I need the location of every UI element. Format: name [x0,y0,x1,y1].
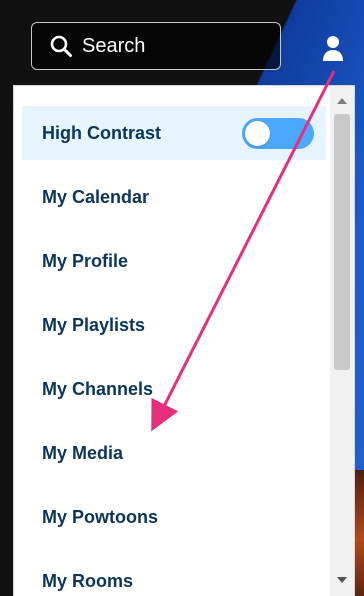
menu-item-label: My Calendar [42,186,150,207]
search-icon [48,33,74,59]
menu-item-label: My Media [42,442,124,463]
menu-item-label: High Contrast [42,122,161,143]
menu-item-my-calendar[interactable]: My Calendar [22,170,326,224]
chevron-down-icon[interactable] [330,570,354,590]
search-button[interactable]: Search [31,22,281,70]
menu-item-my-rooms[interactable]: My Rooms [22,554,326,596]
toggle-knob [245,121,270,146]
menu-item-label: My Powtoons [42,506,158,527]
menu-item-label: My Rooms [42,570,134,591]
menu-item-label: My Profile [42,250,129,271]
search-label: Search [82,35,146,57]
menu-item-my-profile[interactable]: My Profile [22,234,326,288]
chevron-up-icon[interactable] [330,90,354,110]
scroll-thumb[interactable] [334,114,350,370]
user-icon[interactable] [320,34,346,62]
high-contrast-toggle[interactable] [242,118,314,149]
menu-item-my-playlists[interactable]: My Playlists [22,298,326,352]
menu-item-label: My Playlists [42,314,146,335]
menu-item-label: My Channels [42,378,154,399]
menu-item-my-powtoons[interactable]: My Powtoons [22,490,326,544]
menu-item-high-contrast[interactable]: High Contrast [22,106,326,160]
menu-scrollbar[interactable] [330,86,354,596]
menu-item-my-media[interactable]: My Media [22,426,326,480]
user-menu-dropdown: High Contrast My Calendar My Profile My … [13,85,355,596]
menu-item-my-channels[interactable]: My Channels [22,362,326,416]
